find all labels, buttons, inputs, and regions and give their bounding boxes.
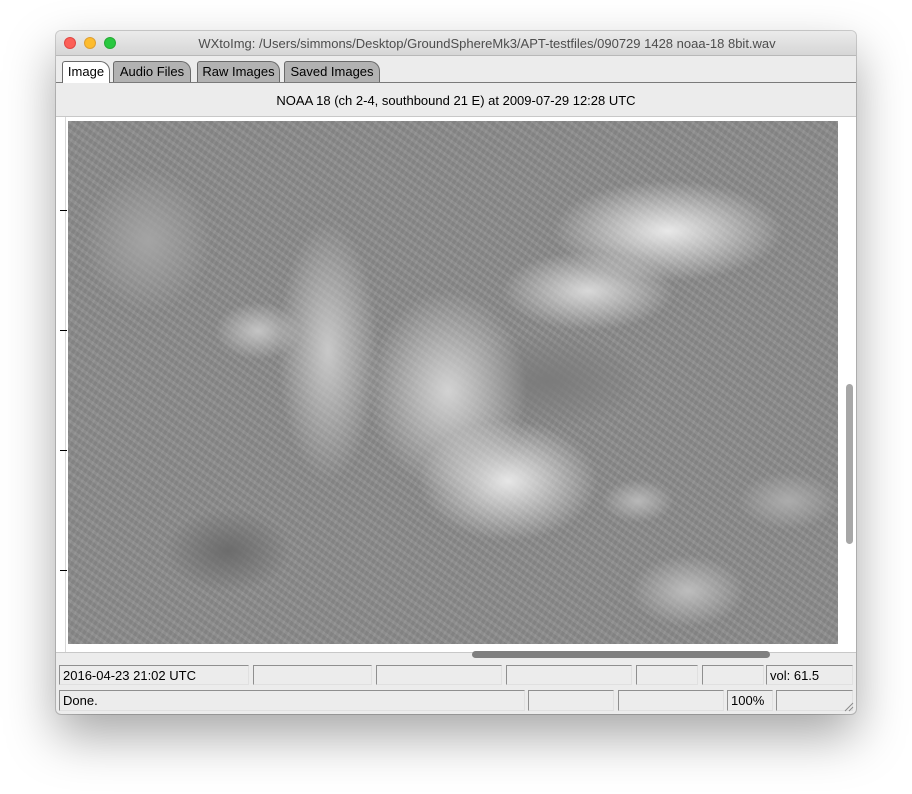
ruler-tick	[60, 210, 67, 211]
horizontal-scrollbar-thumb[interactable]	[472, 651, 770, 658]
vertical-scrollbar-thumb[interactable]	[846, 384, 853, 544]
tab-raw-images[interactable]: Raw Images	[197, 61, 280, 82]
status-field-2	[253, 665, 372, 685]
app-window: WXtoImg: /Users/simmons/Desktop/GroundSp…	[56, 31, 856, 714]
tab-divider	[56, 82, 856, 83]
ruler-tick	[60, 330, 67, 331]
status-field-r2-3	[618, 690, 724, 711]
ruler-tick	[60, 450, 67, 451]
satellite-image[interactable]	[68, 121, 838, 644]
status-field-6	[702, 665, 764, 685]
tab-saved-images[interactable]: Saved Images	[284, 61, 380, 82]
status-field-4	[506, 665, 632, 685]
status-field-r2-2	[528, 690, 614, 711]
tab-image[interactable]: Image	[62, 61, 110, 83]
zoom-button[interactable]	[104, 37, 116, 49]
image-caption: NOAA 18 (ch 2-4, southbound 21 E) at 200…	[276, 93, 636, 108]
ruler-tick	[60, 570, 67, 571]
status-field-r2-5	[776, 690, 853, 711]
title-bar[interactable]: WXtoImg: /Users/simmons/Desktop/GroundSp…	[56, 31, 856, 56]
image-viewport[interactable]	[56, 116, 856, 653]
window-title: WXtoImg: /Users/simmons/Desktop/GroundSp…	[198, 36, 776, 51]
status-zoom: 100%	[727, 690, 773, 711]
close-button[interactable]	[64, 37, 76, 49]
status-field-5	[636, 665, 698, 685]
status-field-3	[376, 665, 502, 685]
status-datetime: 2016-04-23 21:02 UTC	[59, 665, 249, 685]
status-volume: vol: 61.5	[766, 665, 853, 685]
status-message: Done.	[59, 690, 525, 711]
tab-audio-files[interactable]: Audio Files	[113, 61, 191, 82]
resize-grip-icon[interactable]	[844, 702, 854, 712]
minimize-button[interactable]	[84, 37, 96, 49]
ruler-line	[65, 117, 66, 652]
